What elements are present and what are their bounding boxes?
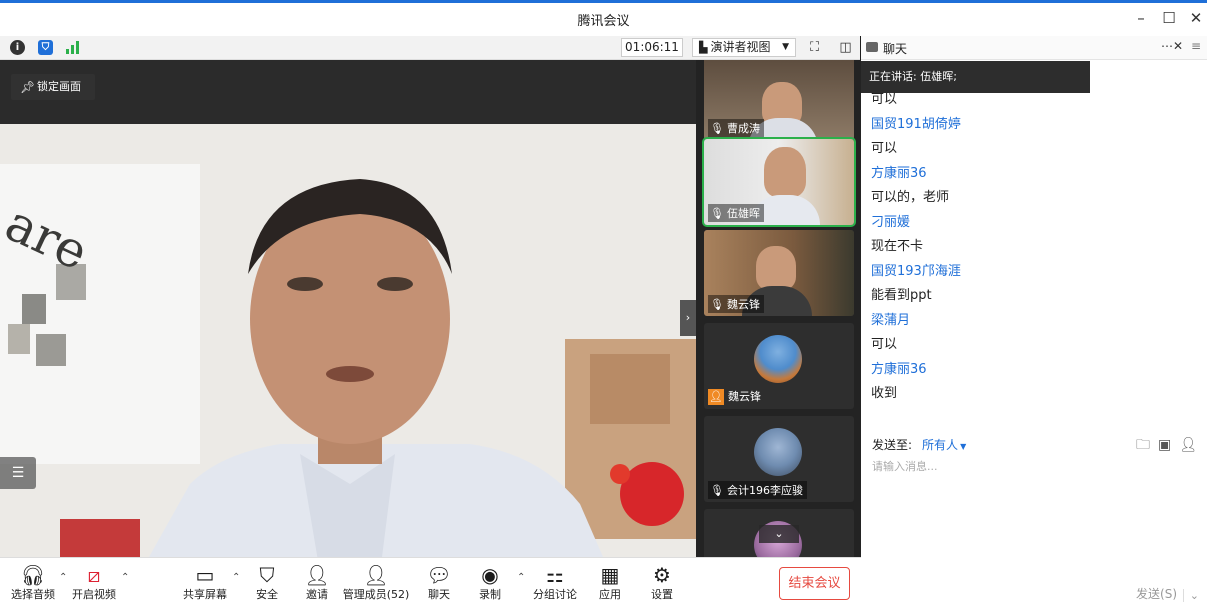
- chat-message-text: 现在不卡: [871, 239, 924, 254]
- scroll-down-icon[interactable]: ⌄: [759, 525, 799, 543]
- participant-strip: 🎙︎ 曹成涛 🎙︎ 伍雄晖 🎙︎ 魏云锋 👤︎ 魏云锋 🎙︎ 会计196李应骏 ⌄: [696, 60, 861, 557]
- chat-input[interactable]: 请输入消息...: [872, 458, 938, 474]
- manage-members-button[interactable]: 👤︎ 管理成员(52): [340, 562, 412, 602]
- chat-sender[interactable]: 国贸191胡倚婷: [871, 113, 1201, 138]
- chevron-down-icon: ▼: [782, 42, 789, 52]
- close-chat-icon[interactable]: ✕: [1173, 39, 1183, 53]
- mic-icon: 🎙︎: [710, 207, 724, 220]
- gear-icon: ⚙︎: [653, 563, 671, 587]
- avatar: [754, 335, 802, 383]
- title-bar: 腾讯会议 – ☐ ✕: [0, 0, 1207, 36]
- pin-icon: 📌︎: [20, 80, 36, 94]
- main-stage: are 📌︎ 锁定画面 ☰: [0, 60, 696, 573]
- video-button[interactable]: ⧄ 开启视频: [64, 562, 124, 602]
- user-icon: 👤︎: [708, 389, 724, 405]
- close-icon[interactable]: ✕: [1187, 9, 1205, 27]
- video-options-icon[interactable]: ⌃: [121, 572, 129, 583]
- audio-button[interactable]: 🎧︎ 选择音频: [3, 562, 63, 602]
- chat-tools: 🗀︎ ▣ 👤︎: [1136, 434, 1197, 458]
- send-button[interactable]: 发送(S): [1136, 585, 1177, 602]
- speaker-video: are: [0, 124, 696, 573]
- add-user-icon: 👤︎: [304, 563, 330, 587]
- chat-sender[interactable]: 方康丽36: [871, 358, 1201, 383]
- chat-sender[interactable]: 国贸193邝海涯: [871, 260, 1201, 285]
- participant-tile[interactable]: 🎙︎ 曹成涛: [704, 60, 854, 140]
- mic-muted-icon: 🎙︎: [710, 298, 724, 311]
- shield-icon[interactable]: ⛉: [38, 40, 53, 55]
- share-screen-button[interactable]: ▭ 共享屏幕: [175, 562, 235, 602]
- participant-tile[interactable]: 🎙︎ 会计196李应骏: [704, 416, 854, 502]
- send-options-icon[interactable]: ⌄: [1182, 589, 1199, 602]
- participant-tile[interactable]: 🎙︎ 魏云锋: [704, 230, 854, 316]
- chat-message-text: 可以: [871, 92, 898, 107]
- window-title: 腾讯会议: [577, 14, 630, 29]
- chat-message-text: 可以: [871, 337, 898, 352]
- layout-icon: ▙: [699, 41, 708, 54]
- user-icon[interactable]: 👤︎: [1179, 437, 1197, 453]
- members-icon: 👤︎: [363, 563, 389, 587]
- menu-icon[interactable]: ≡: [1191, 39, 1201, 53]
- end-meeting-button[interactable]: 结束会议: [779, 567, 850, 600]
- list-icon[interactable]: ☰: [0, 457, 36, 489]
- lock-view-button[interactable]: 📌︎ 锁定画面: [11, 74, 95, 100]
- maximize-icon[interactable]: ☐: [1160, 9, 1178, 27]
- breakout-icon: ⚏: [546, 563, 564, 587]
- chat-panel: 聊天 ⋯ ✕ ≡ 正在讲话: 伍雄晖; 可以 国贸191胡倚婷 可以 方康丽36 可以的…: [861, 36, 1207, 610]
- signal-icon[interactable]: [66, 41, 80, 54]
- minimize-icon[interactable]: –: [1132, 9, 1150, 27]
- settings-button[interactable]: ⚙︎ 设置: [632, 562, 692, 602]
- participant-tile[interactable]: ⌄: [704, 509, 854, 557]
- chat-sender[interactable]: 刁丽媛: [871, 211, 1201, 236]
- chat-message-text: 收到: [871, 386, 898, 401]
- invite-button[interactable]: 👤︎ 邀请: [287, 562, 347, 602]
- speaker-video-frame: are: [0, 124, 696, 573]
- view-selector[interactable]: ▙ 演讲者视图 ▼: [692, 38, 796, 57]
- participant-tile[interactable]: 🎙︎ 伍雄晖: [702, 137, 856, 227]
- chat-sender[interactable]: 梁蒲月: [871, 309, 1201, 334]
- chat-header: 聊天 ⋯ ✕ ≡: [861, 36, 1207, 60]
- chevron-down-icon: ▼: [960, 442, 967, 451]
- fullscreen-icon[interactable]: ⛶: [806, 39, 823, 56]
- record-button[interactable]: ◉ 录制: [460, 562, 520, 602]
- notice-icon[interactable]: ▣: [1158, 437, 1171, 453]
- collapse-strip-button[interactable]: ›: [680, 300, 696, 336]
- folder-icon[interactable]: 🗀︎: [1136, 437, 1150, 453]
- mic-muted-icon: 🎙︎: [710, 122, 724, 135]
- sidebar-toggle-icon[interactable]: ◫: [837, 39, 854, 56]
- chat-message-text: 能看到ppt: [871, 288, 932, 303]
- control-bar: 🎧︎ 选择音频 ⌃ ⧄ 开启视频 ⌃ ▭ 共享屏幕 ⌃ ⛉ 安全 👤︎ 邀请 👤︎ 管理成员…: [0, 557, 861, 610]
- more-icon[interactable]: ⋯: [1161, 39, 1173, 53]
- meeting-toolbar: i ⛉ 01:06:11 ▙ 演讲者视图 ▼ ⛶ ◫: [0, 36, 860, 60]
- apps-icon: ▦: [600, 563, 620, 587]
- apps-button[interactable]: ▦ 应用: [580, 562, 640, 602]
- participant-tile[interactable]: 👤︎ 魏云锋: [704, 323, 854, 409]
- video-off-icon: ⧄: [87, 563, 101, 587]
- breakout-button[interactable]: ⚏ 分组讨论: [525, 562, 585, 602]
- mic-muted-icon: 🎙︎: [710, 484, 724, 497]
- chat-message-text: 可以: [871, 141, 898, 156]
- chat-icon: [866, 42, 878, 52]
- headset-icon: 🎧︎: [20, 563, 46, 587]
- chat-sender[interactable]: 方康丽36: [871, 162, 1201, 187]
- share-screen-icon: ▭: [195, 563, 215, 587]
- info-icon[interactable]: i: [10, 40, 25, 55]
- send-to[interactable]: 发送至: 所有人 ▼: [872, 436, 966, 453]
- chat-messages: 可以 国贸191胡倚婷 可以 方康丽36 可以的，老师 刁丽媛 现在不卡 国贸193邝海涯 能看…: [871, 88, 1201, 407]
- meeting-timer: 01:06:11: [621, 38, 683, 57]
- chat-message-text: 可以的，老师: [871, 190, 950, 205]
- record-icon: ◉: [481, 563, 499, 587]
- avatar: [754, 428, 802, 476]
